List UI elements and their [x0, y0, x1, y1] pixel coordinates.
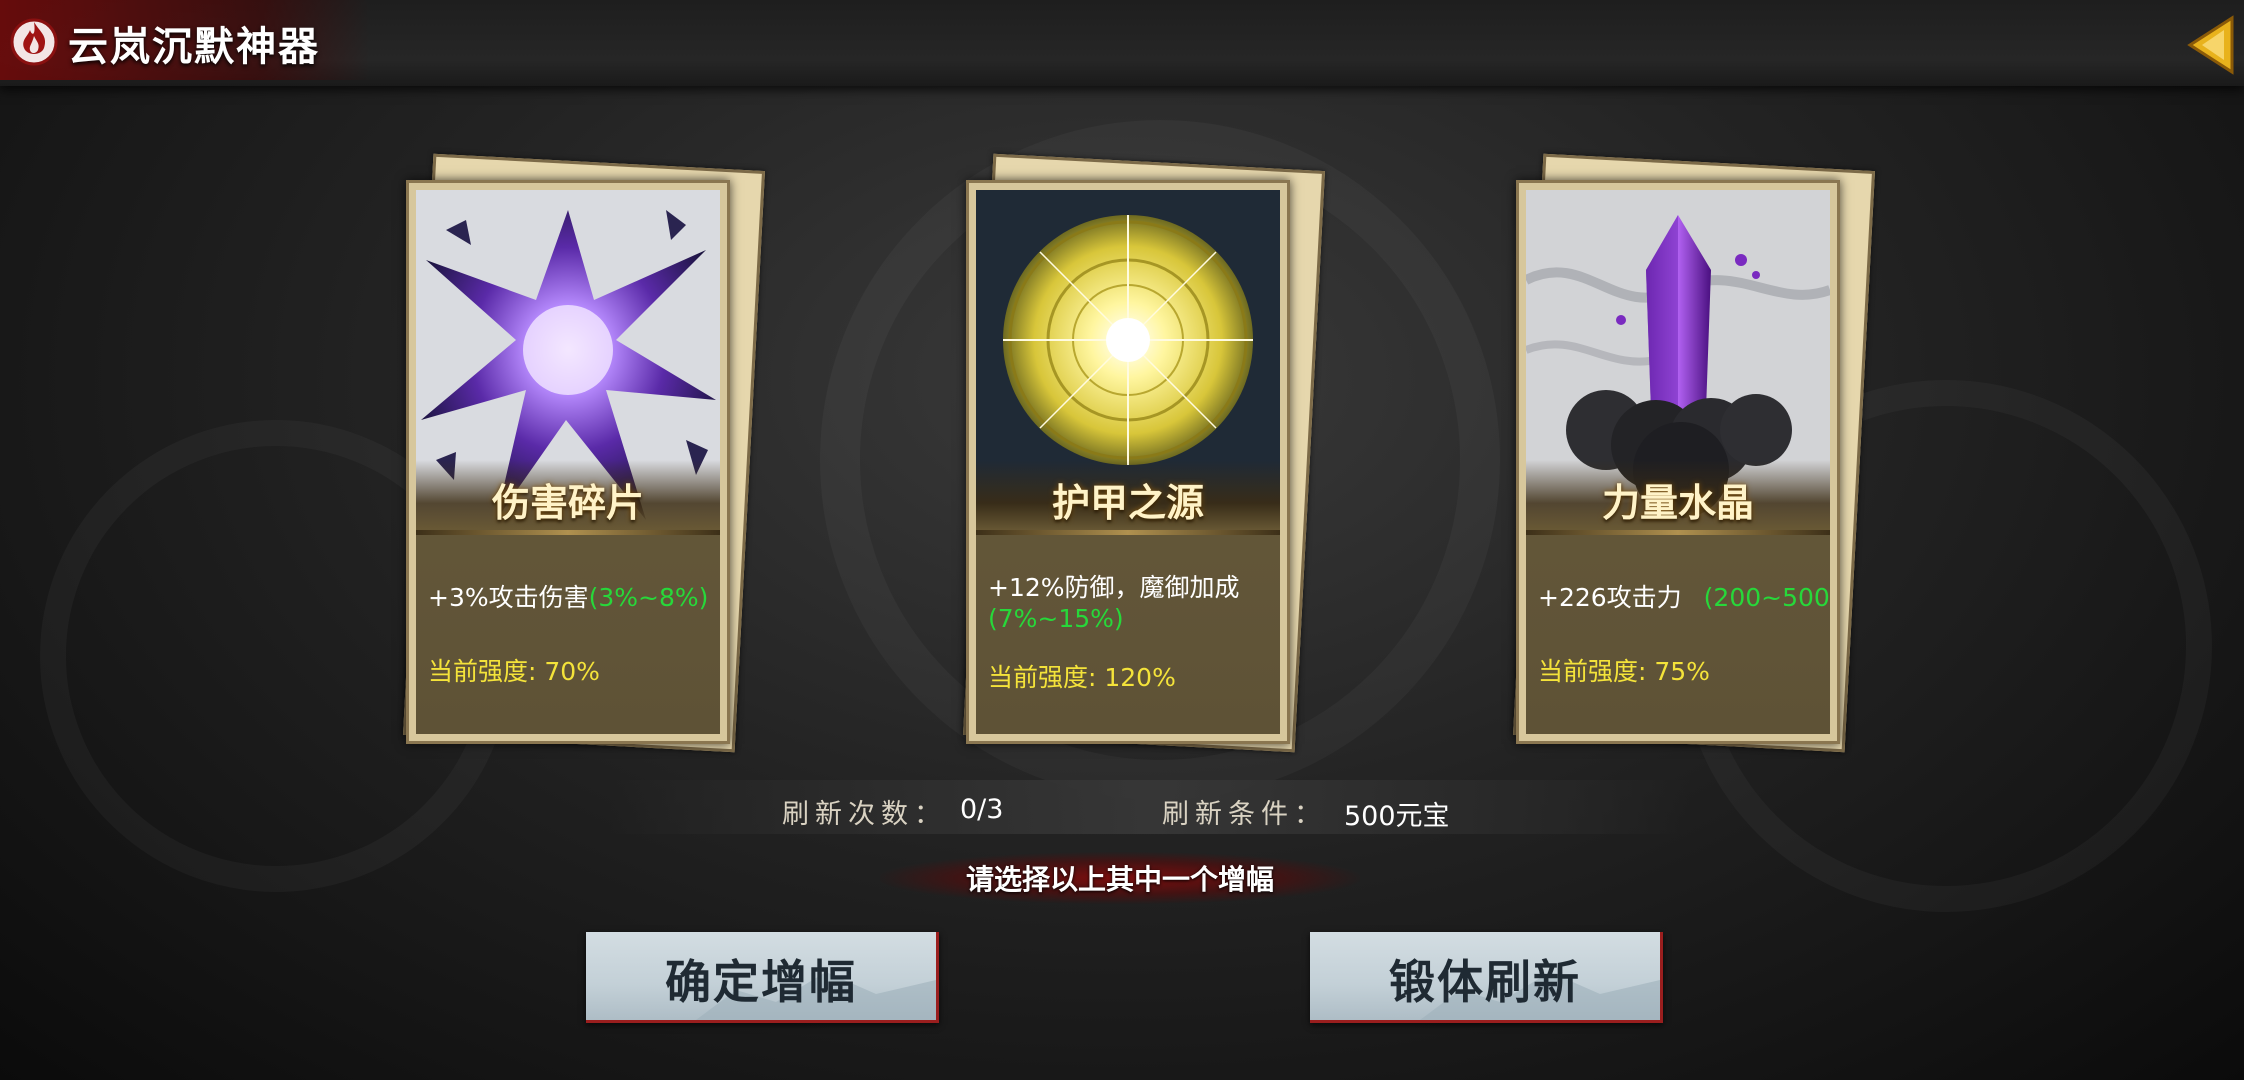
- card-strength: 当前强度: 120%: [988, 663, 1176, 692]
- card-damage-shard[interactable]: 伤害碎片 +3%攻击伤害(3%~8%) 当前强度: 70%: [402, 153, 766, 753]
- forge-refresh-label: 锻体刷新: [1389, 955, 1581, 1009]
- effect-text: +12%防御，魔御加成: [988, 573, 1240, 602]
- effect-text: +3%攻击伤害: [428, 583, 589, 612]
- card-title: 伤害碎片: [491, 480, 644, 525]
- card-effect: +3%攻击伤害(3%~8%): [428, 578, 708, 614]
- top-bar: 云岚沉默神器: [0, 0, 2244, 86]
- flame-emblem-icon: [10, 18, 58, 66]
- card-title: 护甲之源: [1051, 480, 1204, 525]
- refresh-cost-label: 刷新条件：: [1162, 799, 1327, 830]
- refresh-cost-value: 500元宝: [1344, 801, 1450, 832]
- card-face: 护甲之源 +12%防御，魔御加成 (7%~15%) 当前强度: 120%: [966, 180, 1290, 744]
- title-banner: 云岚沉默神器: [0, 0, 370, 80]
- card-face: 力量水晶 +226攻击力 (200~500) 当前强度: 75%: [1516, 180, 1840, 744]
- effect-range: (200~500): [1703, 583, 1830, 612]
- refresh-count-value: 0/3: [960, 794, 1004, 825]
- page-title: 云岚沉默神器: [68, 23, 320, 70]
- card-face: 伤害碎片 +3%攻击伤害(3%~8%) 当前强度: 70%: [406, 180, 730, 744]
- card-title: 力量水晶: [1601, 480, 1754, 525]
- effect-text: +226攻击力: [1538, 583, 1682, 612]
- card-strength: 当前强度: 70%: [428, 657, 600, 686]
- refresh-count-label: 刷新次数：: [782, 799, 947, 830]
- card-effect: +226攻击力 (200~500): [1538, 578, 1830, 614]
- refresh-info-bar: [610, 780, 1690, 834]
- card-power-crystal[interactable]: 力量水晶 +226攻击力 (200~500) 当前强度: 75%: [1512, 153, 1876, 753]
- confirm-boost-label: 确定增幅: [665, 955, 857, 1009]
- card-armor-source[interactable]: 护甲之源 +12%防御，魔御加成 (7%~15%) 当前强度: 120%: [962, 153, 1326, 753]
- back-arrow-icon[interactable]: [2184, 14, 2236, 76]
- effect-range: (7%~15%): [988, 604, 1124, 633]
- selection-prompt: 请选择以上其中一个增幅: [965, 863, 1274, 896]
- confirm-boost-button[interactable]: 确定增幅: [586, 932, 939, 1023]
- card-strength: 当前强度: 75%: [1538, 657, 1710, 686]
- forge-refresh-button[interactable]: 锻体刷新: [1310, 932, 1663, 1023]
- effect-range: (3%~8%): [588, 583, 709, 612]
